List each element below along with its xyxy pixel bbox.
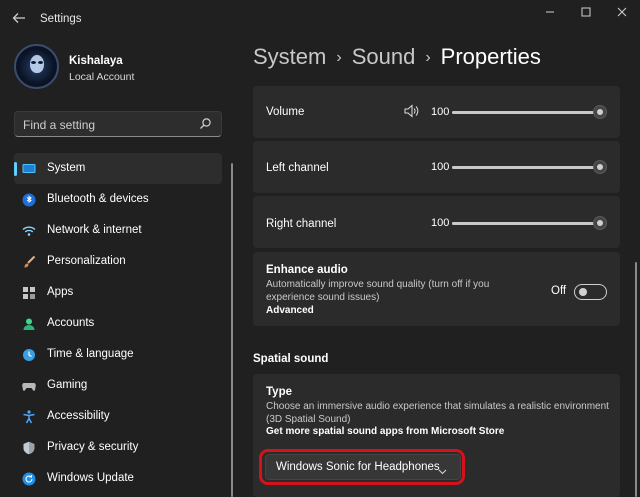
accessibility-icon	[22, 410, 36, 424]
sidebar-item-accounts[interactable]: Accounts	[14, 308, 222, 339]
shield-icon	[22, 441, 36, 455]
left-channel-slider-track[interactable]	[452, 166, 600, 169]
sidebar-item-windows-update[interactable]: Windows Update	[14, 463, 222, 494]
person-icon	[22, 317, 36, 331]
sidebar-item-label: Network & internet	[47, 224, 142, 236]
sidebar-scrollbar[interactable]	[231, 163, 233, 497]
sidebar-item-label: Accounts	[47, 317, 95, 329]
main-scrollbar[interactable]	[635, 262, 637, 497]
sidebar-item-gaming[interactable]: Gaming	[14, 370, 222, 401]
chevron-down-icon	[438, 463, 447, 475]
monitor-icon	[22, 162, 36, 176]
sidebar-item-label: Apps	[47, 286, 74, 298]
title-bar: Settings	[0, 0, 640, 38]
search-icon[interactable]	[199, 117, 212, 130]
left-channel-slider-fill	[452, 166, 600, 169]
sidebar-item-label: Privacy & security	[47, 441, 139, 453]
breadcrumb: System › Sound › Properties	[253, 44, 541, 70]
right-channel-label: Right channel	[266, 218, 337, 230]
app-title: Settings	[40, 13, 82, 25]
sidebar-item-system[interactable]: System	[14, 153, 222, 184]
update-icon	[22, 472, 36, 486]
spatial-type-title: Type	[266, 386, 292, 398]
spatial-type-description: Choose an immersive audio experience tha…	[266, 401, 609, 425]
back-arrow-icon[interactable]	[12, 11, 28, 27]
sidebar-item-label: Personalization	[47, 255, 126, 267]
sidebar-item-time-language[interactable]: Time & language	[14, 339, 222, 370]
sidebar-item-label: Accessibility	[47, 410, 110, 422]
sidebar-item-bluetooth[interactable]: Bluetooth & devices	[14, 184, 222, 215]
apps-icon	[22, 286, 36, 300]
sidebar-item-label: Time & language	[47, 348, 134, 360]
right-channel-slider-thumb[interactable]	[593, 216, 607, 230]
close-icon[interactable]	[612, 6, 632, 22]
minimize-icon[interactable]	[540, 6, 560, 22]
wifi-icon	[22, 224, 36, 238]
sidebar-item-personalization[interactable]: Personalization	[14, 246, 222, 277]
enhance-audio-toggle-label: Off	[551, 285, 567, 297]
enhance-audio-toggle[interactable]	[574, 284, 607, 300]
avatar	[14, 44, 59, 89]
sidebar-item-label: System	[47, 162, 86, 174]
bluetooth-icon	[22, 193, 36, 207]
volume-slider-track[interactable]	[452, 111, 600, 114]
volume-card: Volume 100	[253, 86, 620, 138]
enhance-audio-card: Enhance audio Automatically improve soun…	[253, 252, 620, 326]
speaker-icon[interactable]	[404, 104, 420, 118]
volume-slider-thumb[interactable]	[593, 105, 607, 119]
user-name: Kishalaya	[69, 55, 123, 67]
volume-value: 100	[431, 106, 450, 118]
sidebar-item-privacy[interactable]: Privacy & security	[14, 432, 222, 463]
account-type: Local Account	[69, 71, 135, 83]
enhance-audio-title: Enhance audio	[266, 264, 348, 276]
right-channel-slider-track[interactable]	[452, 222, 600, 225]
advanced-link[interactable]: Advanced	[266, 305, 314, 316]
left-channel-card: Left channel 100	[253, 141, 620, 193]
brush-icon	[22, 255, 36, 269]
right-channel-slider-fill	[452, 222, 600, 225]
sidebar-item-network[interactable]: Network & internet	[14, 215, 222, 246]
right-channel-card: Right channel 100	[253, 196, 620, 248]
sidebar-item-apps[interactable]: Apps	[14, 277, 222, 308]
microsoft-store-link[interactable]: Get more spatial sound apps from Microso…	[266, 426, 504, 437]
sidebar-item-label: Gaming	[47, 379, 88, 391]
volume-label: Volume	[266, 106, 305, 118]
spatial-sound-dropdown[interactable]: Windows Sonic for Headphones	[265, 454, 461, 480]
sidebar-nav: System Bluetooth & devices Network & int…	[14, 153, 222, 494]
spatial-sound-selected: Windows Sonic for Headphones	[276, 461, 440, 473]
gamepad-icon	[22, 379, 36, 393]
active-indicator	[14, 162, 17, 176]
breadcrumb-sound[interactable]: Sound	[352, 44, 416, 69]
breadcrumb-separator: ›	[425, 49, 431, 66]
sidebar-item-accessibility[interactable]: Accessibility	[14, 401, 222, 432]
sidebar-item-label: Bluetooth & devices	[47, 193, 149, 205]
enhance-audio-description: Automatically improve sound quality (tur…	[266, 279, 490, 303]
maximize-icon[interactable]	[576, 6, 596, 22]
left-channel-slider-thumb[interactable]	[593, 160, 607, 174]
page-title: Properties	[440, 44, 541, 69]
spatial-sound-type-card: Type Choose an immersive audio experienc…	[253, 374, 620, 497]
breadcrumb-separator: ›	[336, 49, 342, 66]
volume-slider-fill	[452, 111, 600, 114]
left-channel-value: 100	[431, 161, 450, 173]
search-input[interactable]: Find a setting	[14, 111, 222, 137]
breadcrumb-system[interactable]: System	[253, 44, 326, 69]
left-channel-label: Left channel	[266, 162, 329, 174]
toggle-knob	[579, 288, 587, 296]
globe-clock-icon	[22, 348, 36, 362]
sidebar-item-label: Windows Update	[47, 472, 134, 484]
search-placeholder: Find a setting	[23, 118, 96, 132]
right-channel-value: 100	[431, 217, 450, 229]
spatial-sound-heading: Spatial sound	[253, 353, 329, 365]
